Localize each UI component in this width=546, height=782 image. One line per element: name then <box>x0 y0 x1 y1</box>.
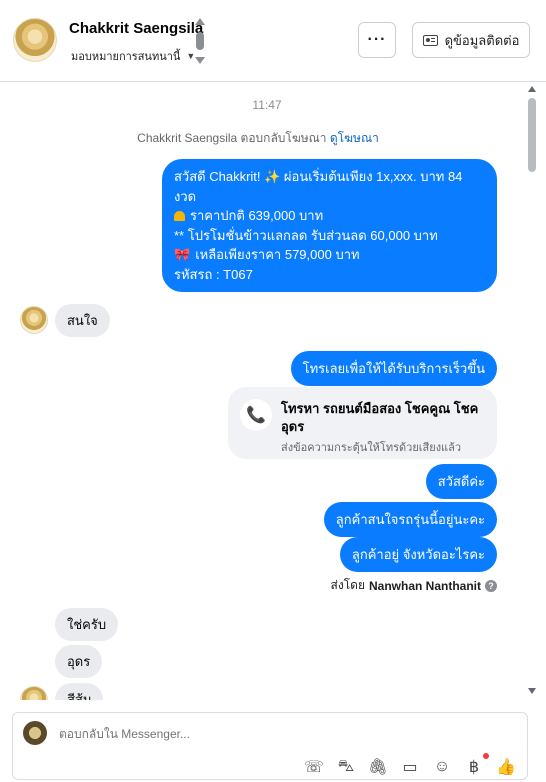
message-composer: ☏ ⛍ 🖇 ▭ ☺ ฿ 👍 <box>12 712 528 780</box>
view-contact-info-button[interactable]: ดูข้อมูลติดต่อ <box>412 22 530 58</box>
outgoing-message: ลูกค้าอยู่ จังหวัดอะไรคะ <box>339 537 497 572</box>
contact-mini-avatar <box>20 686 48 700</box>
incoming-message: สนใจ <box>55 304 110 337</box>
sent-by-label: ส่งโดย Nanwhan Nanthanit ? <box>331 576 497 595</box>
ad-line-2: ราคาปกติ 639,000 บาท <box>190 208 324 223</box>
ribbon-icon: 🎀 <box>174 247 191 262</box>
ad-reply-notice: Chakkrit Saengsila ตอบกลับโฆษณา ดูโฆษณา <box>0 129 516 148</box>
bell-icon <box>174 211 185 221</box>
outgoing-message: ลูกค้าสนใจรถรุ่นนี้อยู่นะคะ <box>323 502 497 537</box>
reply-input[interactable] <box>59 727 359 741</box>
incoming-message: ใช่ครับ <box>55 608 119 641</box>
call-add-icon[interactable]: ☏ <box>303 757 325 777</box>
incoming-message: สีส้ม <box>55 683 104 700</box>
contact-avatar[interactable] <box>13 18 57 62</box>
outgoing-message: สวัสดีค่ะ <box>425 464 497 499</box>
scroll-up-arrow[interactable] <box>528 86 536 92</box>
message-timestamp: 11:47 <box>252 98 282 112</box>
ad-line-5: รหัสรถ : T067 <box>174 266 253 282</box>
assign-label: มอบหมายการสนทนานี้ <box>71 51 181 63</box>
sent-by-prefix: ส่งโดย <box>330 578 365 592</box>
saved-reply-icon[interactable]: ▭ <box>399 757 421 777</box>
ad-line-3: ** โปรโมชั่นข้าวแลกลด รับส่วนลด 60,000 บ… <box>174 227 438 243</box>
conversation-header: Chakkrit Saengsila มอบหมายการสนทนานี้ ▼ … <box>0 0 546 82</box>
baht-icon[interactable]: ฿ <box>463 757 485 777</box>
more-options-button[interactable]: ··· <box>358 22 396 58</box>
nav-handle <box>196 32 204 50</box>
ad-line-4-row: 🎀 เหลือเพียงราคา 579,000 บาท <box>174 245 485 265</box>
thumbs-up-icon[interactable]: 👍 <box>495 757 517 777</box>
call-card-subtitle: ส่งข้อความกระตุ้นให้โทรด้วยเสียงแล้ว <box>281 442 462 454</box>
outgoing-message: โทรเลยเพื่อให้ได้รับบริการเร็วขึ้น <box>290 351 497 386</box>
contact-card-icon <box>422 34 438 46</box>
incoming-message: อุดร <box>55 645 103 678</box>
arrow-up-icon[interactable] <box>195 18 205 25</box>
view-ad-link[interactable]: ดูโฆษณา <box>330 131 379 145</box>
assign-conversation-dropdown[interactable]: มอบหมายการสนทนานี้ ▼ <box>71 47 195 65</box>
thread-scrollbar[interactable] <box>526 84 538 698</box>
scroll-down-arrow[interactable] <box>528 688 536 694</box>
ad-line-1: สวัสดี Chakkrit! ✨ ผ่อนเริ่มต้นเพียง 1x,… <box>174 169 463 204</box>
contact-mini-avatar <box>20 306 48 334</box>
scroll-thumb[interactable] <box>528 98 536 172</box>
notification-dot <box>483 753 489 759</box>
emoji-icon[interactable]: ☺ <box>431 757 453 777</box>
ad-message-bubble: สวัสดี Chakkrit! ✨ ผ่อนเริ่มต้นเพียง 1x,… <box>162 159 497 292</box>
call-card-title: โทรหา รถยนต์มือสอง โชคคูณ โชค อุดร <box>281 401 479 434</box>
more-icon: ··· <box>367 31 387 48</box>
shopping-bag-icon[interactable]: ⛍ <box>335 757 357 777</box>
call-request-card[interactable]: 📞 โทรหา รถยนต์มือสอง โชคคูณ โชค อุดร ส่ง… <box>228 387 497 459</box>
conversation-nav-arrows[interactable] <box>194 18 206 64</box>
phone-icon: 📞 <box>240 399 272 431</box>
ad-reply-text: Chakkrit Saengsila ตอบกลับโฆษณา <box>137 131 327 145</box>
contact-name[interactable]: Chakkrit Saengsila <box>69 20 203 37</box>
ad-line-4: เหลือเพียงราคา 579,000 บาท <box>195 247 360 262</box>
view-contact-info-label: ดูข้อมูลติดต่อ <box>444 32 520 48</box>
message-thread[interactable]: 11:47 Chakkrit Saengsila ตอบกลับโฆษณา ดู… <box>0 82 546 700</box>
page-avatar <box>23 721 47 745</box>
arrow-down-icon[interactable] <box>195 57 205 64</box>
info-icon[interactable]: ? <box>485 579 497 592</box>
attachment-icon[interactable]: 🖇 <box>367 757 389 777</box>
ad-line-2-row: ราคาปกติ 639,000 บาท <box>174 206 485 226</box>
sent-by-name: Nanwhan Nanthanit <box>368 578 481 593</box>
